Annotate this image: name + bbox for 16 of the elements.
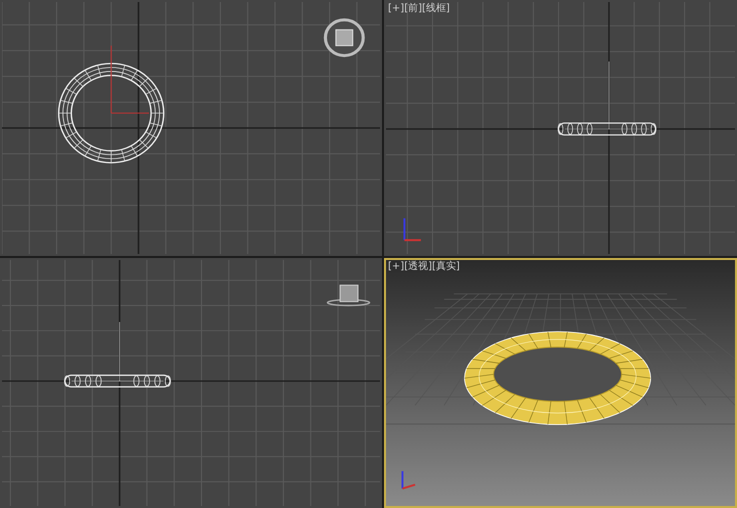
- pivot-axis-icon: [110, 46, 149, 114]
- viewport-menu-label[interactable]: [透视]: [404, 261, 432, 273]
- viewport-panel[interactable]: [0, 0, 382, 256]
- viewport-menu-label[interactable]: [+]: [388, 261, 404, 273]
- axis-tripod-icon: [403, 218, 421, 242]
- viewport-menu-label[interactable]: [真实]: [432, 261, 460, 273]
- viewport-menu-label[interactable]: [前]: [404, 3, 422, 15]
- viewcube-icon[interactable]: [326, 284, 370, 306]
- viewcube-icon[interactable]: [324, 18, 365, 58]
- axis-tripod-icon: [402, 471, 416, 490]
- pivot-axis-icon: [119, 322, 120, 382]
- pivot-axis-icon: [608, 61, 610, 130]
- viewport-panel[interactable]: [+][前][线框]: [384, 0, 737, 256]
- viewport-menu-label[interactable]: [线框]: [422, 3, 450, 15]
- viewport-panel[interactable]: [+][透视][真实]: [384, 258, 737, 508]
- viewport-menu-label[interactable]: [+]: [388, 3, 404, 15]
